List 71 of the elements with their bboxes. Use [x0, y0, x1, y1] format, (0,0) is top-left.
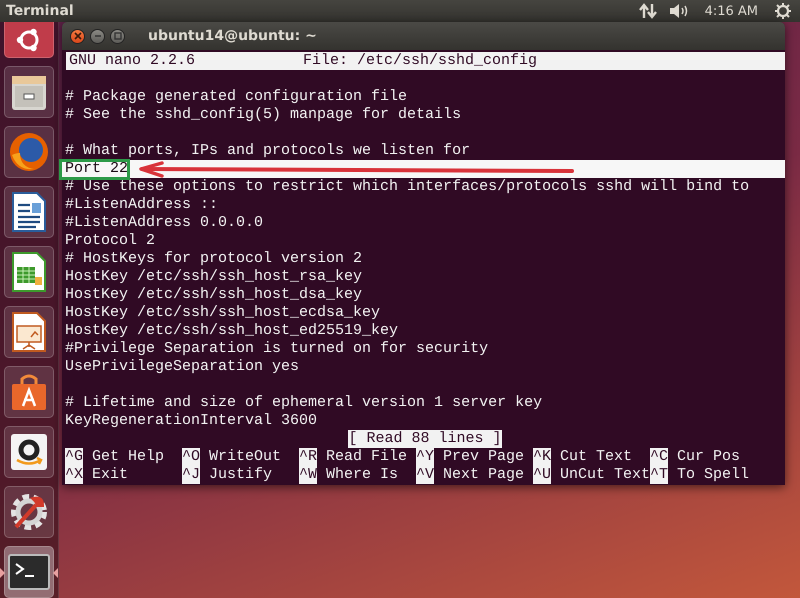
code-line: # Package generated configuration file [65, 88, 408, 106]
status-message: [ Read 88 lines ] [348, 430, 502, 448]
shortcut-label: Cut Text [560, 448, 632, 466]
shortcut-key: ^J [182, 466, 200, 484]
code-line: # Use these options to restrict which interfaces/protocols sshd will bind to [65, 178, 750, 196]
shortcut-key: ^G [65, 448, 84, 466]
file-name: File: /etc/ssh/sshd_config [303, 52, 538, 70]
nano-version: GNU nano 2.2.6 [68, 52, 196, 70]
code-line: HostKey /etc/ssh/ssh_host_dsa_key [65, 286, 364, 304]
code-line: KeyRegenerationInterval 3600 [65, 412, 318, 430]
close-button[interactable] [70, 28, 85, 44]
power-icon[interactable] [774, 2, 792, 20]
shortcut-key: ^K [533, 448, 552, 466]
shortcut-label: Cur Pos [677, 448, 740, 466]
shortcut-key: ^U [533, 466, 552, 484]
launcher-item[interactable] [4, 246, 54, 298]
code-line: HostKey /etc/ssh/ssh_host_ecdsa_key [65, 304, 382, 322]
code-line: #Privilege Separation is turned on for security [65, 340, 490, 358]
launcher-item[interactable] [4, 546, 54, 598]
shortcut-label: WriteOut [209, 448, 282, 466]
annotation-box [59, 159, 130, 180]
launcher-item[interactable] [4, 186, 54, 238]
shortcut-key: ^R [299, 448, 318, 466]
code-line: # What ports, IPs and protocols we listen for [65, 142, 472, 160]
code-line: #ListenAddress 0.0.0.0 [65, 214, 264, 232]
shortcut-key: ^Y [416, 448, 434, 466]
shortcut-key: ^V [416, 466, 434, 484]
code-line: # See the sshd_config(5) manpage for details [65, 106, 462, 124]
shortcut-key: ^X [65, 466, 84, 484]
code-line: Protocol 2 [65, 232, 156, 250]
maximize-icon [114, 32, 122, 40]
launcher-item[interactable] [4, 366, 54, 418]
volume-icon[interactable] [668, 3, 689, 19]
code-line: #ListenAddress :: [65, 196, 220, 214]
minimize-icon [94, 32, 102, 40]
code-line: HostKey /etc/ssh/ssh_host_ed25519_key [65, 322, 400, 340]
document-icon [11, 191, 47, 233]
shortcut-label: Prev Page [443, 448, 524, 466]
launcher-item[interactable] [4, 66, 54, 118]
shopping-bag-icon [9, 372, 49, 412]
spreadsheet-icon [11, 251, 47, 293]
code-line: # HostKeys for protocol version 2 [65, 250, 364, 268]
shortcut-key: ^W [299, 466, 318, 484]
shortcut-label: Get Help [92, 448, 164, 466]
clock[interactable]: 4:16 AM [704, 4, 758, 18]
shortcut-key: ^O [182, 448, 200, 466]
gear-wrench-icon [8, 491, 50, 533]
app-title: Terminal [6, 3, 74, 19]
shortcut-label: Exit [92, 466, 128, 484]
minimize-button[interactable] [90, 28, 105, 44]
window-title: ubuntu14@ubuntu: ~ [148, 28, 317, 44]
shortcut-label: Where Is [326, 466, 398, 484]
network-icon[interactable] [638, 3, 657, 19]
launcher-item[interactable] [4, 486, 54, 538]
code-line: # Lifetime and size of ephemeral version 1 server key [65, 394, 544, 412]
shortcut-key: ^T [650, 466, 668, 484]
terminal-icon [8, 554, 50, 590]
maximize-button[interactable] [110, 28, 125, 44]
shortcut-key: ^C [650, 448, 668, 466]
active-indicator [53, 568, 58, 578]
shortcut-label: Next Page [443, 466, 524, 484]
shortcut-label: Read File [326, 448, 408, 466]
presentation-icon [11, 311, 47, 353]
close-icon [74, 32, 82, 40]
shortcut-label: Justify [209, 466, 272, 484]
code-line: UsePrivilegeSeparation yes [65, 358, 300, 376]
code-line: HostKey /etc/ssh/ssh_host_rsa_key [65, 268, 364, 286]
launcher-item[interactable] [4, 306, 54, 358]
shortcut-label: UnCut Text [560, 466, 650, 484]
shortcut-label: To Spell [677, 466, 750, 484]
launcher-item[interactable] [4, 426, 54, 478]
